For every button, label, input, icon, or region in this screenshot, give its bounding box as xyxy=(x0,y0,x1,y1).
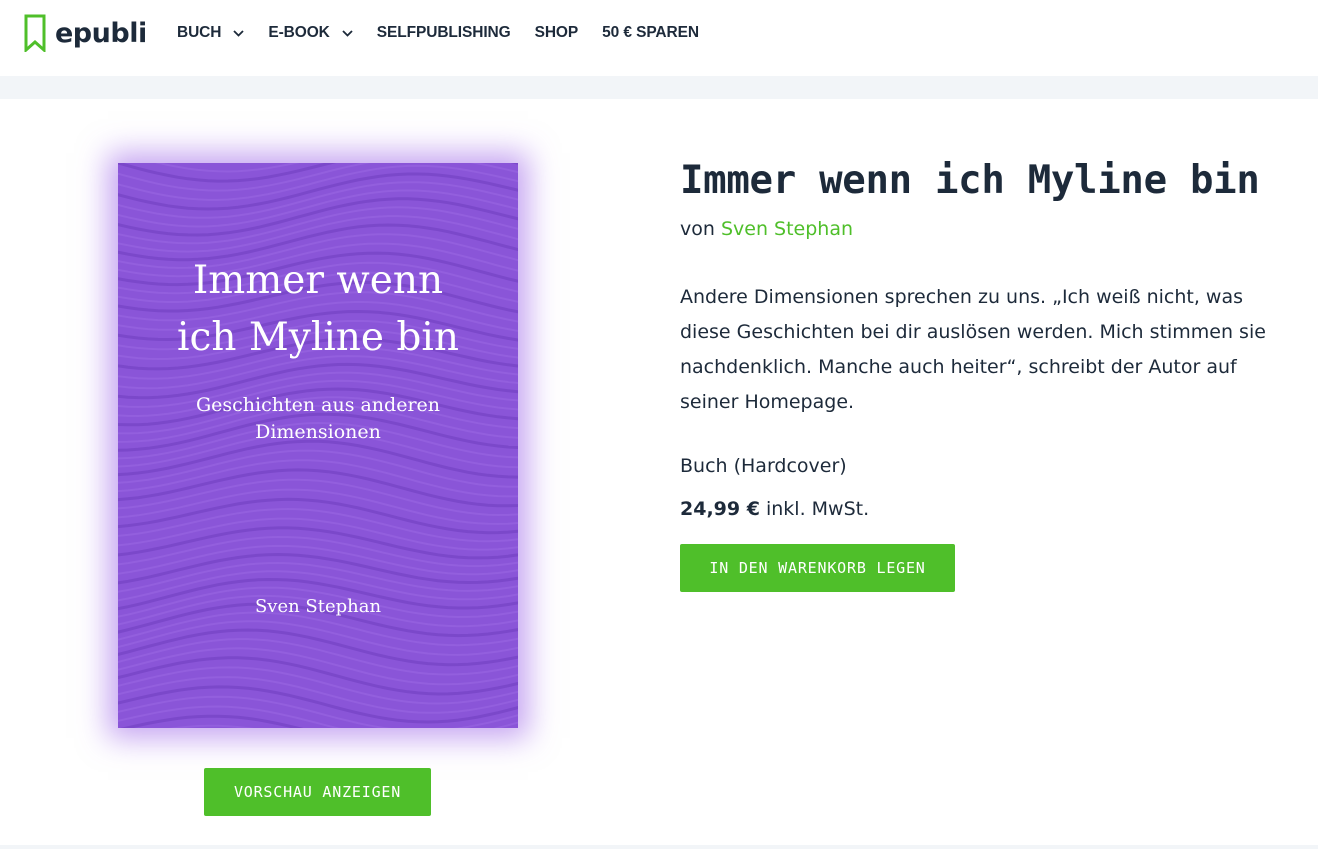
cover-background xyxy=(118,163,518,728)
byline: von Sven Stephan xyxy=(680,218,853,240)
header-divider-strip xyxy=(0,76,1318,99)
bottom-divider xyxy=(0,845,1318,849)
author-link[interactable]: Sven Stephan xyxy=(721,218,853,240)
product-title: Immer wenn ich Myline bin xyxy=(680,158,1260,203)
site-header: epubli BUCH E-BOOK SELFPUBLISHING SHOP 5… xyxy=(0,0,1318,76)
preview-button[interactable]: VORSCHAU ANZEIGEN xyxy=(204,768,431,816)
price-suffix: inkl. MwSt. xyxy=(765,498,870,520)
chevron-down-icon xyxy=(342,29,353,37)
nav-item-ebook[interactable]: E-BOOK xyxy=(268,24,353,42)
nav-item-shop[interactable]: SHOP xyxy=(535,24,579,42)
logo-text: epubli xyxy=(55,17,147,49)
book-cover[interactable]: Immer wenn ich Myline bin Geschichten au… xyxy=(118,163,518,728)
cover-title-line1: Immer wenn xyxy=(193,258,443,303)
cover-title-line2: ich Myline bin xyxy=(177,315,459,360)
price-row: 24,99 € inkl. MwSt. xyxy=(680,498,869,520)
main-nav: BUCH E-BOOK SELFPUBLISHING SHOP 50 € SPA… xyxy=(177,22,723,44)
nav-item-sparen[interactable]: 50 € SPAREN xyxy=(602,24,699,42)
book-cover-image: Immer wenn ich Myline bin Geschichten au… xyxy=(118,163,518,728)
product-format: Buch (Hardcover) xyxy=(680,455,847,477)
product-description: Andere Dimensionen sprechen zu uns. „Ich… xyxy=(680,286,1266,413)
bookmark-icon xyxy=(24,14,46,52)
cover-subtitle-line1: Geschichten aus anderen xyxy=(196,394,440,416)
nav-item-buch[interactable]: BUCH xyxy=(177,24,245,42)
logo[interactable]: epubli xyxy=(24,13,147,53)
nav-item-selfpublishing[interactable]: SELFPUBLISHING xyxy=(377,24,511,42)
nav-item-label: 50 € SPAREN xyxy=(602,24,699,41)
cover-author: Sven Stephan xyxy=(255,596,382,617)
nav-item-label: BUCH xyxy=(177,24,222,41)
price: 24,99 € xyxy=(680,498,760,520)
cover-subtitle-line2: Dimensionen xyxy=(255,421,381,443)
nav-item-label: SHOP xyxy=(534,24,579,41)
add-to-cart-button[interactable]: IN DEN WARENKORB LEGEN xyxy=(680,544,955,592)
chevron-down-icon xyxy=(233,29,245,37)
byline-prefix: von xyxy=(680,218,715,240)
nav-item-label: E-BOOK xyxy=(268,24,330,41)
nav-item-label: SELFPUBLISHING xyxy=(376,24,511,41)
